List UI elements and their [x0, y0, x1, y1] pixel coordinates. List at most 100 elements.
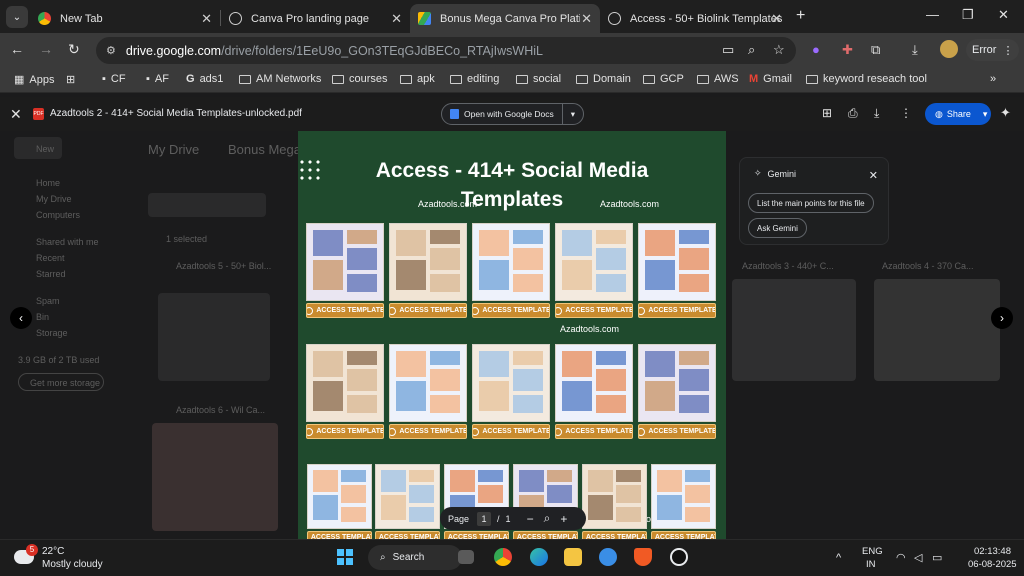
extensions-puzzle-icon[interactable]: ⧉: [871, 42, 880, 58]
access-template-button[interactable]: ACCESS TEMPLATE: [307, 531, 372, 539]
bookmark-grid[interactable]: ⊞: [66, 73, 75, 86]
access-template-button[interactable]: ACCESS TEMPLATE: [472, 424, 550, 439]
taskbar-search[interactable]: ⌕ Search: [368, 545, 462, 570]
battery-icon[interactable]: ▭: [932, 551, 942, 564]
bookmark-gmail[interactable]: M Gmail: [749, 73, 792, 85]
download-icon[interactable]: ⤓: [912, 42, 918, 58]
edge-icon[interactable]: [530, 548, 548, 566]
avatar[interactable]: [940, 40, 958, 58]
close-window-button[interactable]: ✕: [998, 7, 1009, 23]
forward-button[interactable]: →: [39, 41, 53, 57]
thumbnail-block: [430, 369, 460, 391]
close-icon[interactable]: ✕: [771, 11, 782, 27]
language-indicator[interactable]: ENG: [862, 546, 883, 557]
extension-icon[interactable]: ●: [812, 42, 820, 57]
task-view-icon[interactable]: [458, 550, 474, 564]
page-number-input[interactable]: 1: [477, 511, 492, 526]
zoom-out-button[interactable]: −: [527, 512, 534, 526]
gemini-chip-ask[interactable]: Ask Gemini: [748, 218, 807, 238]
bookmark-keyword-tool[interactable]: keyword reseach tool: [806, 73, 927, 85]
back-button[interactable]: ←: [10, 41, 24, 57]
chrome-icon[interactable]: [494, 548, 512, 566]
access-template-button[interactable]: ACCESS TEMPLATE: [306, 424, 384, 439]
tab-bonus-mega[interactable]: Bonus Mega Canva Pro Platinum ✕: [410, 4, 600, 33]
access-template-button[interactable]: ACCESS TEMPLATE: [651, 531, 716, 539]
access-template-button[interactable]: ACCESS TEMPLATE: [638, 303, 716, 318]
bookmark-gcp[interactable]: GCP: [643, 73, 684, 85]
bookmark-aws[interactable]: AWS: [697, 73, 739, 85]
file-name: Azadtools 5 - 50+ Biol...: [176, 261, 272, 271]
install-app-icon[interactable]: ▭: [722, 42, 734, 58]
gemini-spark-icon[interactable]: ✦: [1000, 105, 1011, 121]
chrome-canary-icon[interactable]: [599, 548, 617, 566]
bookmark-domain[interactable]: Domain: [576, 73, 631, 85]
open-with-dropdown[interactable]: ▾: [561, 104, 583, 124]
bookmark-editing[interactable]: editing: [450, 73, 499, 85]
profile-error-button[interactable]: Error ⋮: [966, 39, 1020, 61]
print-icon[interactable]: ⎙: [848, 106, 858, 121]
previous-file-button[interactable]: ‹: [10, 307, 32, 329]
share-button[interactable]: ◍ Share ▾: [925, 103, 991, 125]
tab-new-tab[interactable]: New Tab ✕: [30, 4, 220, 33]
access-template-button[interactable]: ACCESS TEMPLATE: [582, 531, 647, 539]
bookmark-courses[interactable]: courses: [332, 73, 388, 85]
access-template-button[interactable]: ACCESS TEMPLATE: [375, 531, 440, 539]
tab-biolink[interactable]: Access - 50+ Biolink Templates ✕: [600, 4, 790, 33]
volume-icon[interactable]: ◁: [914, 551, 922, 564]
site-info-icon[interactable]: ⚙: [106, 44, 116, 57]
brave-icon[interactable]: [634, 548, 652, 566]
zoom-in-button[interactable]: +: [560, 512, 567, 526]
close-icon[interactable]: ✕: [201, 11, 212, 27]
zoom-icon[interactable]: ⌕: [544, 511, 551, 526]
app-icon[interactable]: [670, 548, 688, 566]
bookmark-af[interactable]: ▪ AF: [146, 73, 169, 85]
close-viewer-button[interactable]: ✕: [10, 106, 22, 123]
bookmark-ads1[interactable]: Gads1: [186, 73, 223, 85]
close-gemini-button[interactable]: ✕: [869, 169, 878, 182]
access-template-button[interactable]: ACCESS TEMPLATE: [513, 531, 578, 539]
bookmarks-overflow-button[interactable]: »: [990, 73, 996, 85]
file-name: Azadtools 3 - 440+ C...: [742, 261, 834, 271]
start-button[interactable]: [337, 549, 353, 565]
access-template-button[interactable]: ACCESS TEMPLATE: [389, 303, 467, 318]
close-icon[interactable]: ✕: [391, 11, 402, 27]
bookmark-apk[interactable]: apk: [400, 73, 435, 85]
access-template-button[interactable]: ACCESS TEMPLATE: [306, 303, 384, 318]
open-with-button[interactable]: Open with Google Docs ▾: [441, 103, 585, 125]
minimize-button[interactable]: —: [926, 7, 939, 22]
access-template-button[interactable]: ACCESS TEMPLATE: [555, 303, 633, 318]
extension-icon[interactable]: ✚: [842, 42, 853, 58]
reload-button[interactable]: ↻: [68, 41, 80, 58]
clock-time[interactable]: 02:13:48: [974, 546, 1011, 557]
more-vert-icon[interactable]: ⋮: [900, 106, 912, 120]
bookmark-star-icon[interactable]: ☆: [773, 42, 785, 58]
address-bar[interactable]: ⚙ drive.google.com/drive/folders/1EeU9o_…: [96, 37, 796, 64]
close-icon[interactable]: ✕: [581, 11, 592, 27]
access-template-button[interactable]: ACCESS TEMPLATE: [555, 424, 633, 439]
bookmark-am-networks[interactable]: AM Networks: [239, 73, 321, 85]
bookmark-cf[interactable]: ▪ CF: [102, 73, 126, 85]
access-template-button[interactable]: ACCESS TEMPLATE: [638, 424, 716, 439]
download-icon[interactable]: ⤓: [874, 106, 879, 121]
new-tab-button[interactable]: +: [796, 7, 805, 25]
chevron-up-icon[interactable]: ^: [836, 552, 841, 564]
maximize-button[interactable]: ❐: [962, 7, 974, 23]
gemini-chip-main-points[interactable]: List the main points for this file: [748, 193, 874, 213]
tab-search-button[interactable]: ⌄: [6, 6, 28, 28]
bookmark-social[interactable]: social: [516, 73, 561, 85]
tab-canva-pro[interactable]: Canva Pro landing page ✕: [221, 4, 410, 33]
zoom-icon[interactable]: ⌕: [748, 42, 755, 58]
next-file-button[interactable]: ›: [991, 307, 1013, 329]
open-with-google-docs[interactable]: Open with Google Docs: [442, 109, 562, 119]
access-template-button[interactable]: ACCESS TEMPLATE: [389, 424, 467, 439]
access-template-button[interactable]: ACCESS TEMPLATE: [472, 303, 550, 318]
add-comment-icon[interactable]: ⊞: [822, 106, 832, 120]
wifi-icon[interactable]: ◠: [896, 551, 906, 564]
bookmark-apps[interactable]: ▦ Apps: [14, 73, 54, 87]
storage-usage: 3.9 GB of 2 TB used: [18, 355, 100, 365]
thumbnail-block: [679, 274, 709, 292]
thumbnail-block: [679, 230, 709, 244]
thumbnail-block: [657, 495, 682, 520]
file-explorer-icon[interactable]: [564, 548, 582, 566]
access-template-button[interactable]: ACCESS TEMPLATE: [444, 531, 509, 539]
